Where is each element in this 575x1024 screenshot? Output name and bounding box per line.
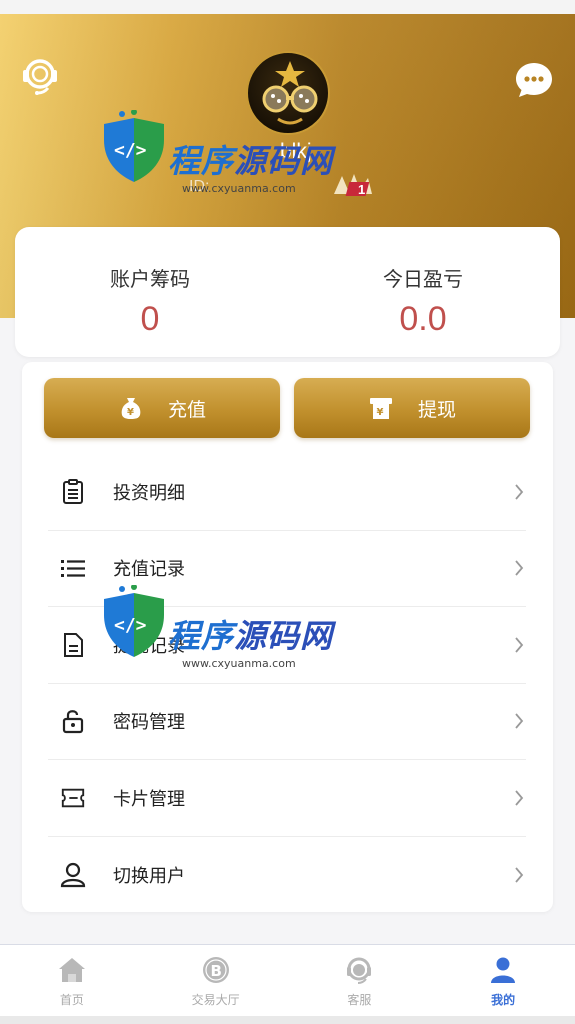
atm-icon: ¥ [368, 395, 394, 421]
menu-item-label: 投资明细 [113, 482, 185, 504]
customer-service-button[interactable] [18, 54, 62, 98]
chevron-right-icon [512, 711, 526, 731]
recharge-button[interactable]: ¥ 充值 [44, 378, 280, 438]
chevron-right-icon [512, 865, 526, 885]
tab-trading-hall[interactable]: B 交易大厅 [144, 945, 288, 1016]
chevron-right-icon [512, 635, 526, 655]
menu-item-recharge-records[interactable]: 充值记录 [48, 531, 526, 607]
headset-icon [23, 59, 57, 95]
balance-stat: 账户筹码 0 [50, 263, 250, 339]
withdraw-label: 提现 [417, 398, 456, 421]
menu-item-label: 卡片管理 [113, 788, 185, 810]
menu-item-label: 切换用户 [113, 865, 185, 887]
today-profit-label: 今日盈亏 [383, 267, 463, 291]
message-button[interactable] [512, 58, 556, 102]
tab-label: 交易大厅 [191, 993, 240, 1007]
tab-home[interactable]: 首页 [0, 945, 144, 1016]
balance-value: 0 [140, 300, 160, 338]
svg-text:¥: ¥ [376, 407, 383, 418]
menu-card: ¥ 充值 ¥ 提现 投资明细 充值记录 提现记录 密码管理 卡片管理 切换用户 [22, 362, 553, 912]
today-profit-stat: 今日盈亏 0.0 [323, 263, 523, 339]
vip-badge-icon: 1 [334, 174, 372, 197]
card-icon [60, 785, 86, 811]
headset-icon [344, 955, 374, 985]
avatar[interactable] [246, 51, 330, 135]
money-bag-icon: ¥ [118, 395, 144, 421]
list-icon [60, 555, 86, 581]
username: blkj [280, 140, 312, 163]
tab-profile[interactable]: 我的 [431, 945, 575, 1016]
status-strip [0, 0, 575, 14]
document-list-icon [60, 478, 86, 505]
user-icon [60, 862, 86, 888]
chevron-right-icon [512, 482, 526, 502]
menu-item-label: 密码管理 [113, 712, 185, 734]
stats-card: 账户筹码 0 今日盈亏 0.0 [15, 227, 560, 357]
tab-label: 我的 [491, 993, 516, 1007]
menu-item-withdraw-records[interactable]: 提现记录 [48, 607, 526, 684]
home-icon [57, 955, 87, 985]
chevron-right-icon [512, 558, 526, 578]
chevron-right-icon [512, 788, 526, 808]
user-id: ID: [189, 178, 210, 195]
svg-text:1: 1 [358, 182, 365, 197]
tab-customer-service[interactable]: 客服 [288, 945, 432, 1016]
menu-item-label: 提现记录 [113, 635, 185, 657]
svg-text:B: B [210, 962, 221, 980]
file-icon [60, 632, 86, 658]
bottom-tab-bar: 首页 B 交易大厅 客服 我的 [0, 944, 575, 1016]
tab-label: 客服 [347, 993, 372, 1007]
tab-label: 首页 [59, 993, 84, 1007]
menu-item-investment-details[interactable]: 投资明细 [48, 454, 526, 531]
menu-list: 投资明细 充值记录 提现记录 密码管理 卡片管理 切换用户 [48, 454, 526, 913]
bitcoin-icon: B [201, 955, 231, 985]
chat-bubble-icon [516, 63, 552, 97]
today-profit-value: 0.0 [399, 300, 447, 338]
home-indicator-strip [0, 1016, 575, 1024]
profile-icon [488, 955, 518, 985]
withdraw-button[interactable]: ¥ 提现 [294, 378, 530, 438]
balance-label: 账户筹码 [110, 267, 190, 291]
recharge-label: 充值 [167, 398, 206, 421]
lock-icon [60, 708, 86, 734]
menu-item-label: 充值记录 [113, 559, 185, 581]
menu-item-switch-user[interactable]: 切换用户 [48, 837, 526, 914]
menu-item-password-management[interactable]: 密码管理 [48, 684, 526, 760]
menu-item-card-management[interactable]: 卡片管理 [48, 760, 526, 837]
avatar-image [262, 61, 318, 125]
svg-text:¥: ¥ [127, 407, 134, 418]
